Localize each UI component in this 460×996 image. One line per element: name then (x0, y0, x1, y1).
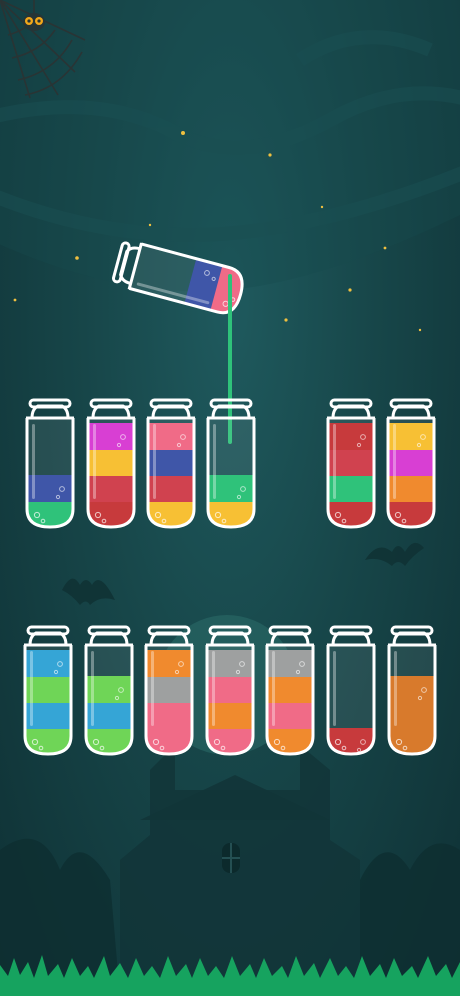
haunted-house-icon (120, 745, 360, 996)
tube[interactable] (22, 623, 74, 758)
tube[interactable] (325, 623, 377, 758)
tube[interactable] (325, 396, 377, 531)
tube-row-bottom (0, 623, 460, 763)
tube[interactable] (386, 623, 438, 758)
tube[interactable] (264, 623, 316, 758)
tube[interactable] (145, 396, 197, 531)
tube[interactable] (385, 396, 437, 531)
tube[interactable] (205, 396, 257, 531)
tube[interactable] (24, 396, 76, 531)
tube[interactable] (143, 623, 195, 758)
tube[interactable] (204, 623, 256, 758)
tube-row-top (0, 396, 460, 536)
tube[interactable] (83, 623, 135, 758)
tube[interactable] (85, 396, 137, 531)
bat-icon (62, 542, 424, 605)
pouring-tube[interactable] (102, 236, 247, 326)
